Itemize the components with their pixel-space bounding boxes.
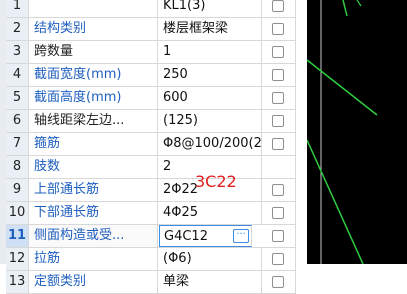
- row-number: 3: [6, 41, 29, 63]
- property-value[interactable]: 250: [158, 64, 262, 86]
- property-name: 截面高度(mm): [29, 87, 158, 109]
- attach-checkbox[interactable]: [272, 0, 284, 12]
- property-name: 轴线距梁左边...: [29, 110, 158, 132]
- table-row[interactable]: 6 轴线距梁左边... (125): [6, 110, 296, 133]
- table-row[interactable]: 12 拉筋 (Φ6): [6, 248, 296, 271]
- attach-checkbox-cell: [262, 225, 296, 247]
- property-name: 截面宽度(mm): [29, 64, 158, 86]
- ellipsis-button[interactable]: ···: [233, 229, 249, 243]
- table-row[interactable]: G4C12 ··· 11 侧面构造或受...: [6, 225, 296, 248]
- property-name: 肢数: [29, 156, 158, 178]
- row-number: 6: [6, 110, 29, 132]
- drawing-canvas[interactable]: [307, 0, 407, 264]
- attach-checkbox-cell: [262, 248, 296, 270]
- attach-checkbox[interactable]: [272, 92, 284, 104]
- table-row[interactable]: 13 定额类别 单梁: [6, 271, 296, 294]
- table-row[interactable]: 4 截面宽度(mm) 250: [6, 64, 296, 87]
- property-value[interactable]: Φ8@100/200(2): [158, 133, 262, 155]
- row-number: 9: [6, 179, 29, 201]
- property-name: 结构类别: [29, 18, 158, 40]
- attach-checkbox-cell: [262, 18, 296, 40]
- property-name: 上部通长筋: [29, 179, 158, 201]
- attach-checkbox-cell: [262, 0, 296, 17]
- row-number: 2: [6, 18, 29, 40]
- row-number: 11: [6, 225, 29, 247]
- property-value[interactable]: 4Φ25: [158, 202, 262, 224]
- property-name: 侧面构造或受...: [29, 225, 158, 247]
- row-number: 4: [6, 64, 29, 86]
- property-value[interactable]: KL1(3): [158, 0, 262, 17]
- attach-checkbox[interactable]: [272, 276, 284, 288]
- attach-checkbox[interactable]: [272, 230, 284, 242]
- property-name: 箍筋: [29, 133, 158, 155]
- row-number: 12: [6, 248, 29, 270]
- attach-checkbox-cell: [262, 87, 296, 109]
- property-name: 拉筋: [29, 248, 158, 270]
- table-row[interactable]: 3 跨数量 1: [6, 41, 296, 64]
- attach-checkbox-cell: [262, 41, 296, 63]
- attach-checkbox-cell: [262, 64, 296, 86]
- table-row[interactable]: 10 下部通长筋 4Φ25: [6, 202, 296, 225]
- table-row[interactable]: 7 箍筋 Φ8@100/200(2): [6, 133, 296, 156]
- row-number: 1: [6, 0, 29, 17]
- property-value[interactable]: 单梁: [158, 271, 262, 293]
- row-number: 5: [6, 87, 29, 109]
- handwritten-annotation: 3C22: [195, 172, 237, 191]
- attach-checkbox[interactable]: [272, 69, 284, 81]
- property-value[interactable]: (Φ6): [158, 248, 262, 270]
- property-value[interactable]: (125): [158, 110, 262, 132]
- row-number: 7: [6, 133, 29, 155]
- panel-separator: [296, 0, 307, 264]
- property-value-text: G4C12: [164, 229, 208, 244]
- attach-checkbox[interactable]: [272, 138, 284, 150]
- attach-checkbox-cell: [262, 156, 296, 178]
- table-row[interactable]: 2 结构类别 楼层框架梁: [6, 18, 296, 41]
- attach-checkbox[interactable]: [272, 184, 284, 196]
- attach-checkbox[interactable]: [272, 253, 284, 265]
- row-number: 13: [6, 271, 29, 293]
- attach-checkbox[interactable]: [272, 46, 284, 58]
- row-number: 10: [6, 202, 29, 224]
- property-table: 1 KL1(3) 2 结构类别 楼层框架梁 3 跨数量 1 4 截面宽度(mm) 250 5 截面高度(…: [6, 0, 296, 294]
- canvas-lines: [307, 0, 378, 264]
- table-row[interactable]: 9 上部通长筋 2Φ22: [6, 179, 296, 202]
- attach-checkbox-cell: [262, 179, 296, 201]
- property-value[interactable]: 1: [158, 41, 262, 63]
- table-row[interactable]: 1 KL1(3): [6, 0, 296, 18]
- attach-checkbox-cell: [262, 133, 296, 155]
- property-name: 定额类别: [29, 271, 158, 293]
- table-row[interactable]: 5 截面高度(mm) 600: [6, 87, 296, 110]
- property-value-editor[interactable]: G4C12 ···: [159, 225, 252, 247]
- property-name: 下部通长筋: [29, 202, 158, 224]
- row-number: 8: [6, 156, 29, 178]
- attach-checkbox-cell: [262, 202, 296, 224]
- attach-checkbox[interactable]: [272, 115, 284, 127]
- attach-checkbox-cell: [262, 110, 296, 132]
- attach-checkbox[interactable]: [272, 23, 284, 35]
- attach-checkbox[interactable]: [272, 207, 284, 219]
- property-value[interactable]: 600: [158, 87, 262, 109]
- table-row[interactable]: 8 肢数 2: [6, 156, 296, 179]
- property-value[interactable]: 楼层框架梁: [158, 18, 262, 40]
- property-name: [29, 0, 158, 17]
- property-name: 跨数量: [29, 41, 158, 63]
- attach-checkbox-cell: [262, 271, 296, 293]
